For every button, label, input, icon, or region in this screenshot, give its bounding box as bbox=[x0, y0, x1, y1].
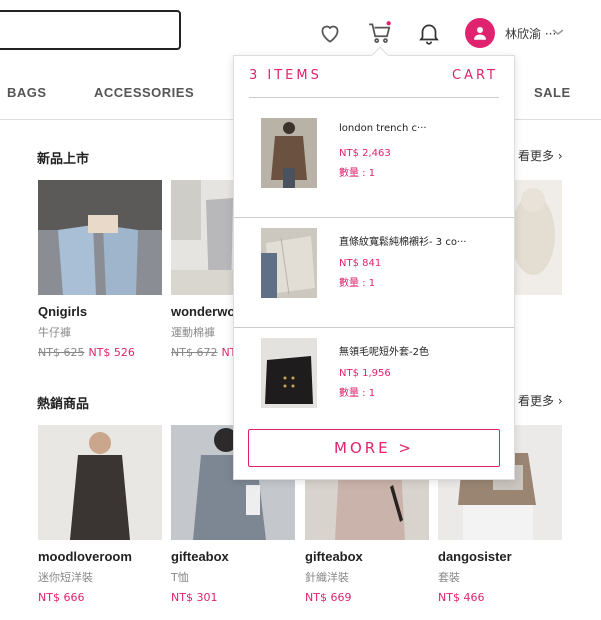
product-category: 針織洋裝 bbox=[305, 571, 349, 584]
cart-item-count: 3 ITEMS bbox=[249, 68, 322, 83]
cart-item-thumbnail[interactable] bbox=[261, 228, 317, 298]
cart-item-price: NT$ 1,956 bbox=[339, 368, 391, 379]
product-price: NT$ 301 bbox=[171, 591, 218, 604]
cart-item-price: NT$ 2,463 bbox=[339, 148, 391, 159]
username[interactable]: 林欣渝 ··· bbox=[505, 25, 556, 42]
original-price: NT$ 625 bbox=[38, 346, 85, 359]
product-image[interactable] bbox=[38, 425, 162, 540]
product-brand: dangosister bbox=[438, 549, 512, 564]
see-more-link-new[interactable]: 看更多 › bbox=[518, 147, 563, 164]
cart-item-name[interactable]: 直條紋寬鬆純棉襯衫- 3 co··· bbox=[339, 233, 499, 248]
cart-item[interactable]: 無領毛呢短外套-2色 NT$ 1,956 數量 : 1 bbox=[234, 328, 514, 438]
user-avatar[interactable] bbox=[465, 18, 495, 48]
product-brand: gifteabox bbox=[171, 549, 229, 564]
cart-item-price: NT$ 841 bbox=[339, 258, 382, 269]
cart-item-thumbnail[interactable] bbox=[261, 118, 317, 188]
user-icon bbox=[474, 27, 486, 40]
product-image[interactable] bbox=[38, 180, 162, 295]
cart-item-quantity: 數量 : 1 bbox=[339, 168, 376, 179]
cart-item[interactable]: london trench c··· NT$ 2,463 數量 : 1 bbox=[234, 108, 514, 218]
cart-item[interactable]: 直條紋寬鬆純棉襯衫- 3 co··· NT$ 841 數量 : 1 bbox=[234, 218, 514, 328]
cart-item-thumbnail[interactable] bbox=[261, 338, 317, 408]
see-more-link-hot[interactable]: 看更多 › bbox=[518, 392, 563, 409]
product-category: 套裝 bbox=[438, 571, 460, 584]
product-price: NT$ 466 bbox=[438, 591, 485, 604]
divider bbox=[249, 97, 499, 98]
cart-item-quantity: 數量 : 1 bbox=[339, 388, 376, 399]
product-brand: moodloveroom bbox=[38, 549, 132, 564]
nav-item-accessories[interactable]: ACCESSORIES bbox=[94, 85, 194, 100]
product-card[interactable]: moodloveroom 迷你短洋裝 NT$ 666 bbox=[38, 425, 162, 604]
original-price: NT$ 672 bbox=[171, 346, 218, 359]
dropdown-caret bbox=[371, 46, 389, 64]
product-card[interactable]: Qnigirls 牛仔褲 NT$ 625 NT$ 526 bbox=[38, 180, 162, 359]
cart-item-name[interactable]: 無領毛呢短外套-2色 bbox=[339, 343, 499, 358]
product-category: 迷你短洋裝 bbox=[38, 571, 93, 584]
product-brand: gifteabox bbox=[305, 549, 363, 564]
search-input[interactable] bbox=[0, 10, 181, 50]
cart-icon[interactable] bbox=[367, 20, 393, 46]
cart-item-quantity: 數量 : 1 bbox=[339, 278, 376, 289]
product-category: 牛仔褲 bbox=[38, 326, 71, 339]
heart-icon[interactable] bbox=[317, 20, 343, 46]
product-category: T恤 bbox=[171, 571, 189, 584]
nav-item-sale[interactable]: SALE bbox=[534, 85, 571, 100]
more-button[interactable]: MORE > bbox=[248, 429, 500, 467]
cart-link[interactable]: CART bbox=[452, 68, 498, 83]
section-title-new: 新品上市 bbox=[37, 152, 90, 167]
nav-item-bags[interactable]: BAGS bbox=[7, 85, 47, 100]
sale-price: NT$ 526 bbox=[88, 346, 135, 359]
bell-icon[interactable] bbox=[416, 20, 442, 46]
cart-dropdown: 3 ITEMS CART london trench c··· NT$ 2,46… bbox=[233, 46, 515, 480]
product-price: NT$ 666 bbox=[38, 591, 85, 604]
cart-item-name[interactable]: london trench c··· bbox=[339, 123, 499, 134]
section-title-hot: 熱銷商品 bbox=[37, 397, 90, 412]
chevron-down-icon[interactable] bbox=[550, 24, 566, 40]
product-price: NT$ 669 bbox=[305, 591, 352, 604]
product-brand: Qnigirls bbox=[38, 304, 88, 319]
